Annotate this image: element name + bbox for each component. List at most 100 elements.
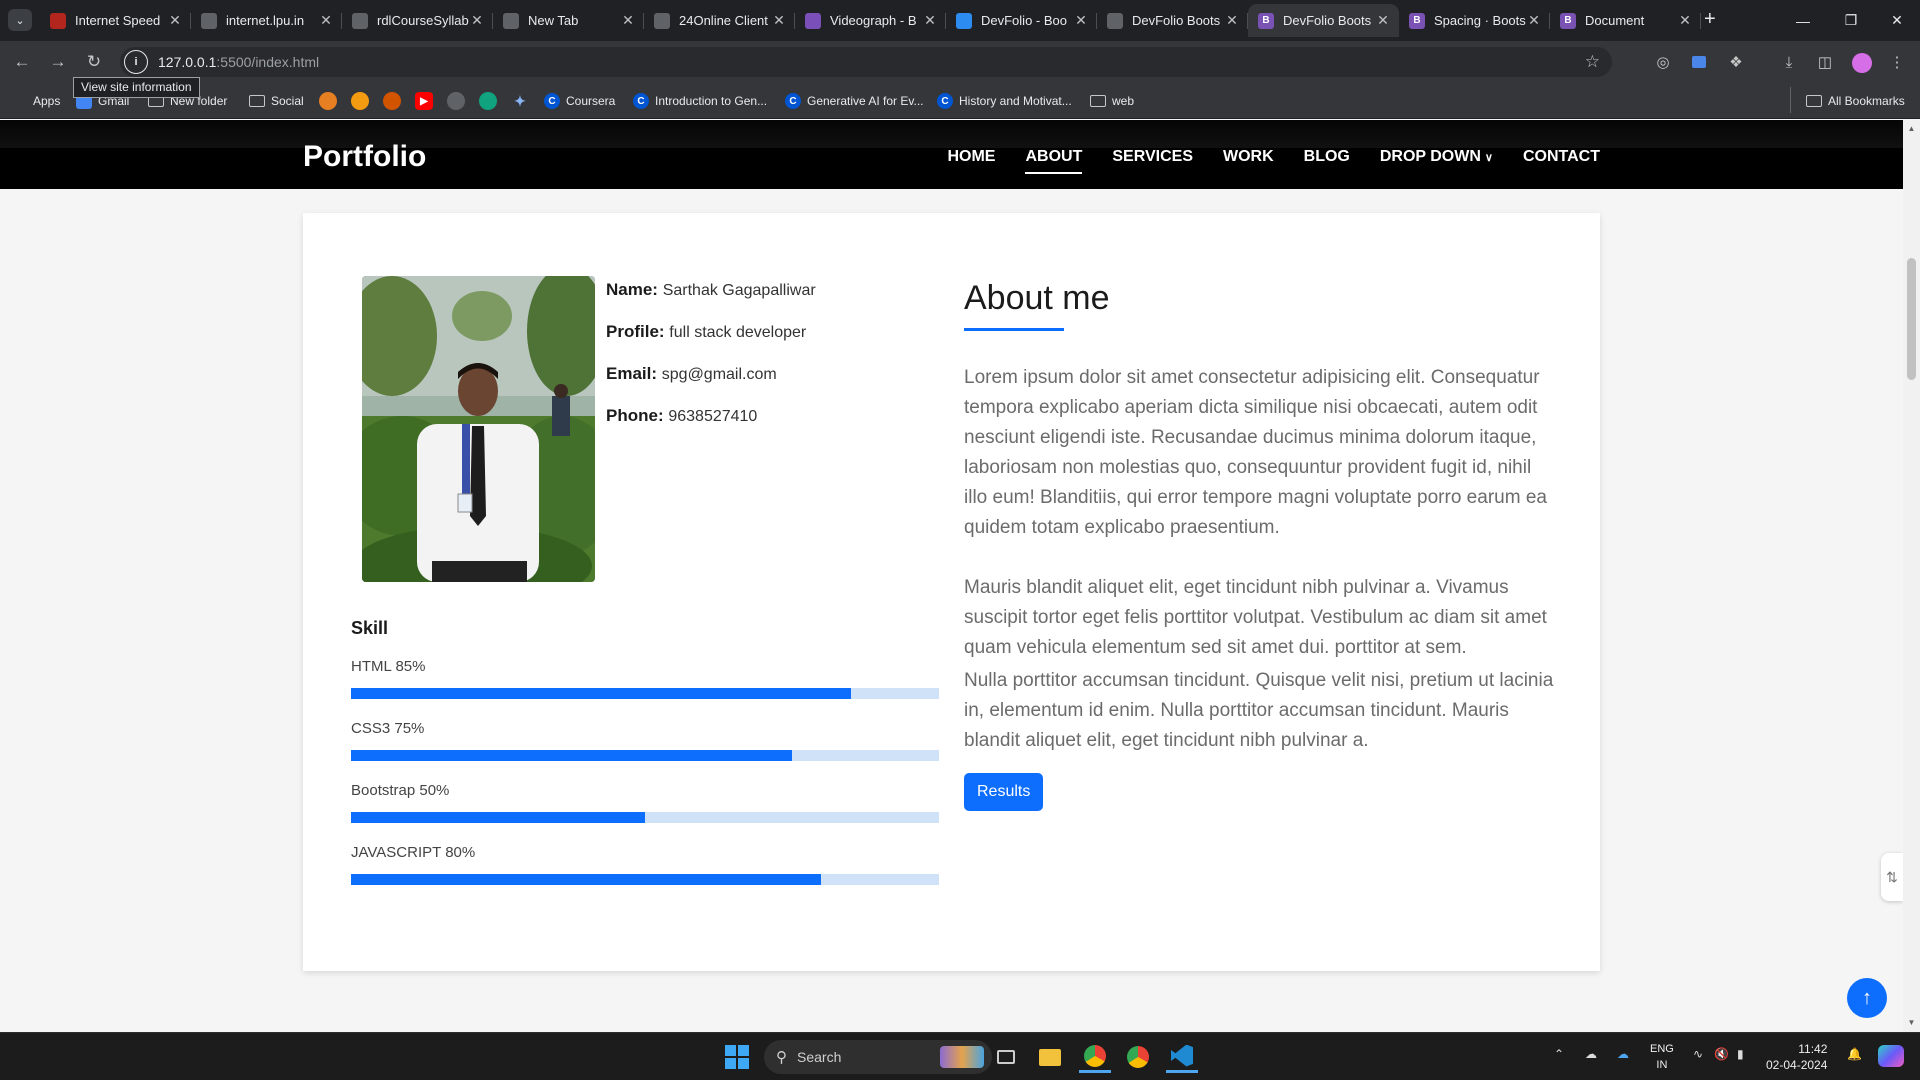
nav-link-about[interactable]: ABOUT [1025, 148, 1082, 174]
tab-close-icon[interactable]: ✕ [1073, 12, 1089, 29]
tab-close-icon[interactable]: ✕ [167, 12, 183, 29]
tab-close-icon[interactable]: ✕ [469, 12, 485, 29]
nav-link-blog[interactable]: BLOG [1304, 148, 1350, 174]
extensions-puzzle-icon[interactable]: ❖ [1726, 52, 1746, 72]
browser-tab[interactable]: New Tab ✕ [493, 4, 644, 37]
bookmark-tiger-icon[interactable] [383, 92, 401, 110]
nav-link-contact[interactable]: CONTACT [1523, 148, 1600, 174]
close-window-button[interactable]: ✕ [1874, 0, 1920, 41]
download-icon[interactable]: ⤓ [1779, 52, 1799, 72]
tab-favicon-icon: B [1258, 12, 1274, 29]
wifi-icon[interactable]: ∿ [1693, 1047, 1703, 1061]
tab-favicon-icon [654, 12, 670, 29]
browser-tab[interactable]: internet.lpu.in ✕ [191, 4, 342, 37]
back-to-top-button[interactable]: ↑ [1847, 978, 1887, 1018]
bookmark-cloud-icon[interactable] [447, 92, 465, 110]
system-clock[interactable]: 11:42 02-04-2024 [1766, 1041, 1827, 1073]
browser-tab[interactable]: rdlCourseSyllab ✕ [342, 4, 493, 37]
site-brand[interactable]: Portfolio [303, 140, 426, 174]
browser-tab[interactable]: DevFolio Boots ✕ [1097, 4, 1248, 37]
bookmark-all[interactable]: All Bookmarks [1806, 92, 1905, 110]
nav-link-services[interactable]: SERVICES [1112, 148, 1193, 174]
tab-close-icon[interactable]: ✕ [1375, 12, 1391, 29]
address-bar[interactable]: i 127.0.0.1:5500/index.html ☆ [120, 47, 1612, 77]
tab-close-icon[interactable]: ✕ [771, 12, 787, 29]
nav-link-work[interactable]: WORK [1223, 148, 1274, 174]
bookmark-basketball-orange-icon[interactable] [351, 92, 369, 110]
bookmark-gen-ai[interactable]: C Generative AI for Ev... [785, 92, 924, 110]
bookmark-intro-gen[interactable]: C Introduction to Gen... [633, 92, 767, 110]
bookmark-star-icon[interactable]: ☆ [1585, 52, 1600, 72]
nav-link-label: HOME [947, 148, 996, 165]
browser-tab[interactable]: Videograph - B ✕ [795, 4, 946, 37]
language-indicator[interactable]: ENG IN [1650, 1041, 1674, 1073]
bookmark-social[interactable]: Social [249, 92, 304, 110]
profile-email-row: Email: spg@gmail.com [606, 364, 816, 386]
page-scrollbar[interactable]: ▲ ▼ [1903, 120, 1920, 1032]
copilot-icon[interactable] [1878, 1045, 1904, 1067]
new-tab-button[interactable]: + [1704, 9, 1716, 29]
chrome-profile-button[interactable] [1079, 1041, 1111, 1073]
scroll-down-arrow-icon[interactable]: ▼ [1907, 1018, 1916, 1027]
nav-link-drop-down[interactable]: DROP DOWN ∨ [1380, 148, 1493, 174]
vscode-button[interactable] [1166, 1041, 1198, 1073]
task-view-button[interactable] [990, 1041, 1022, 1073]
url-text[interactable]: 127.0.0.1:5500/index.html [158, 54, 319, 70]
skills-heading: Skill [351, 618, 389, 638]
bookmark-apps[interactable]: Apps [13, 92, 60, 110]
file-explorer-button[interactable] [1034, 1041, 1066, 1073]
results-button[interactable]: Results [964, 773, 1044, 811]
bookmark-history[interactable]: C History and Motivat... [937, 92, 1072, 110]
profile-role-row: Profile: full stack developer [606, 322, 816, 344]
chevron-down-icon: ⌄ [15, 14, 25, 27]
reload-icon: ↻ [86, 52, 102, 71]
bookmark-coursera[interactable]: C Coursera [544, 92, 615, 110]
bookmark-gemini-icon[interactable]: ✦ [511, 92, 529, 110]
browser-tab[interactable]: B Document ✕ [1550, 4, 1701, 37]
tab-title: Document [1585, 13, 1645, 28]
tab-close-icon[interactable]: ✕ [1677, 12, 1693, 29]
reload-button[interactable]: ↻ [82, 50, 106, 74]
tab-close-icon[interactable]: ✕ [318, 12, 334, 29]
browser-tab[interactable]: B DevFolio Boots ✕ [1248, 4, 1399, 37]
taskbar-search[interactable]: ⚲ Search [764, 1040, 992, 1074]
restore-button[interactable]: ❐ [1828, 0, 1874, 41]
battery-icon[interactable]: ▮ [1737, 1047, 1744, 1061]
onedrive-icon[interactable]: ☁ [1617, 1047, 1629, 1061]
extension-puzzle-color-icon[interactable] [1689, 52, 1709, 72]
bookmark-chatgpt-icon[interactable] [479, 92, 497, 110]
tab-close-icon[interactable]: ✕ [620, 12, 636, 29]
chrome-button[interactable] [1122, 1041, 1154, 1073]
start-button[interactable] [721, 1041, 753, 1073]
browser-tab[interactable]: B Spacing · Boots ✕ [1399, 4, 1550, 37]
bookmark-web[interactable]: web [1090, 92, 1134, 110]
extension-icon[interactable]: ◎ [1653, 52, 1673, 72]
tab-close-icon[interactable]: ✕ [922, 12, 938, 29]
side-panel-icon[interactable]: ◫ [1815, 52, 1835, 72]
arrow-left-icon: ← [13, 52, 31, 71]
bookmark-basketball-icon[interactable] [319, 92, 337, 110]
speaker-muted-icon[interactable]: 🔇 [1714, 1047, 1729, 1061]
nav-link-home[interactable]: HOME [947, 148, 995, 174]
tab-search-button[interactable]: ⌄ [8, 9, 32, 31]
tray-cloud-sync-icon[interactable]: ☁ [1585, 1047, 1597, 1061]
tray-chevron-up-icon[interactable]: ⌃ [1554, 1047, 1564, 1061]
search-highlight-icon [940, 1046, 984, 1068]
browser-tab[interactable]: 24Online Client ✕ [644, 4, 795, 37]
minimize-button[interactable]: — [1780, 0, 1826, 41]
site-info-icon[interactable]: i [124, 50, 148, 74]
forward-button[interactable]: → [46, 50, 70, 74]
notification-bell-icon[interactable]: 🔔 [1847, 1047, 1862, 1061]
browser-tab[interactable]: Internet Speed ✕ [40, 4, 191, 37]
bookmark-youtube-icon[interactable]: ▶ [415, 92, 433, 110]
menu-kebab-icon[interactable]: ⋮ [1887, 52, 1907, 72]
back-button[interactable]: ← [10, 50, 34, 74]
nav-link-label: SERVICES [1112, 148, 1193, 165]
scroll-up-arrow-icon[interactable]: ▲ [1907, 124, 1916, 133]
profile-avatar[interactable] [1852, 53, 1872, 73]
tab-close-icon[interactable]: ✕ [1526, 12, 1542, 29]
side-panel-handle[interactable]: ⇅ [1881, 853, 1903, 901]
scrollbar-thumb[interactable] [1907, 258, 1916, 380]
tab-close-icon[interactable]: ✕ [1224, 12, 1240, 29]
browser-tab[interactable]: DevFolio - Boo ✕ [946, 4, 1097, 37]
